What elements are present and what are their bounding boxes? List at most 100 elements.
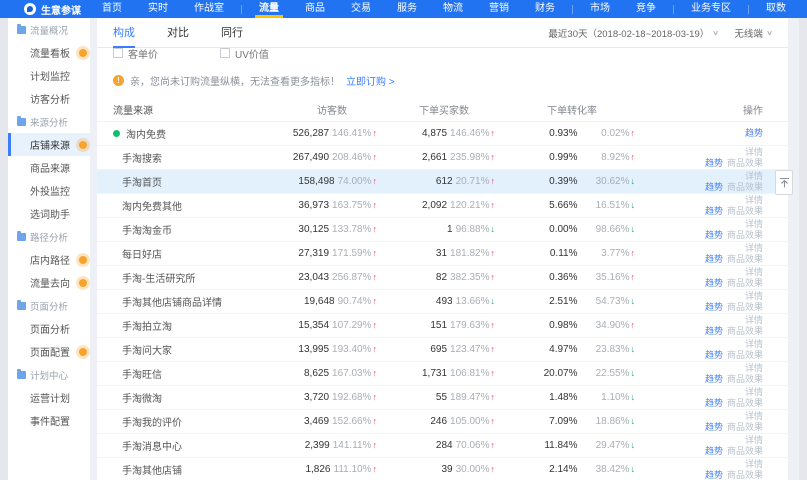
action-line-2: 趋势商品效果 bbox=[635, 326, 763, 337]
nav-item-4[interactable]: 商品 bbox=[292, 0, 338, 18]
nav-item-10[interactable]: 市场 bbox=[577, 0, 623, 18]
nav-item-0[interactable]: 首页 bbox=[89, 0, 135, 18]
table-row[interactable]: 手淘搜索267,490208.46%↑2,661235.98%↑0.99%8.9… bbox=[97, 146, 788, 170]
trend-link[interactable]: 趋势 bbox=[705, 158, 723, 168]
nav-item-3[interactable]: 流量 bbox=[246, 0, 292, 18]
sidebar-item-14[interactable]: 页面配置 bbox=[8, 340, 90, 363]
cell-actions: 详情趋势商品效果 bbox=[635, 291, 763, 312]
checkbox-option-0[interactable]: 客单价 bbox=[113, 48, 158, 61]
trend-link[interactable]: 趋势 bbox=[705, 278, 723, 288]
terminal-selector[interactable]: 无线端 ∨ bbox=[734, 26, 772, 40]
table-row[interactable]: 手淘旺信8,625167.03%↑1,731106.81%↑20.07%22.5… bbox=[97, 362, 788, 386]
nav-item-5[interactable]: 交易 bbox=[338, 0, 384, 18]
date-range-selector[interactable]: 最近30天（2018-02-18~2018-03-19） ∨ bbox=[548, 26, 718, 40]
app-logo[interactable]: 生意参谋 bbox=[24, 2, 81, 17]
right-scroll-gutter bbox=[799, 18, 807, 480]
metric-value: 2.51% bbox=[549, 296, 577, 307]
nav-item-12[interactable]: 业务专区 bbox=[678, 0, 744, 18]
nav-item-2[interactable]: 作战室 bbox=[181, 0, 237, 18]
table-row[interactable]: 手淘微淘3,720192.68%↑55189.47%↑1.48%1.10%↓详情… bbox=[97, 386, 788, 410]
nav-item-7[interactable]: 物流 bbox=[430, 0, 476, 18]
table-row[interactable]: 每日好店27,319171.59%↑31181.82%↑0.11%3.77%↑详… bbox=[97, 242, 788, 266]
table-row[interactable]: 手淘淘金币30,125133.78%↑196.88%↓0.00%98.66%↓详… bbox=[97, 218, 788, 242]
subscribe-link[interactable]: 立即订购 > bbox=[346, 73, 395, 88]
table-row[interactable]: 手淘其他店铺1,826111.10%↑3930.00%↑2.14%38.42%↓… bbox=[97, 458, 788, 480]
table-row[interactable]: 手淘消息中心2,399141.11%↑28470.06%↑11.84%29.47… bbox=[97, 434, 788, 458]
metric-value: 1 bbox=[447, 224, 453, 235]
metric-value: 526,287 bbox=[293, 128, 329, 139]
sidebar-item-16[interactable]: 运营计划 bbox=[8, 386, 90, 409]
nav-item-1[interactable]: 实时 bbox=[135, 0, 181, 18]
table-row[interactable]: 手淘-生活研究所23,043256.87%↑82382.35%↑0.36%35.… bbox=[97, 266, 788, 290]
trend-link[interactable]: 趋势 bbox=[705, 230, 723, 240]
metric-change: 22.55% bbox=[578, 368, 630, 379]
nav-item-6[interactable]: 服务 bbox=[384, 0, 430, 18]
sidebar-item-1[interactable]: 流量看板 bbox=[8, 41, 90, 64]
trend-link[interactable]: 趋势 bbox=[705, 350, 723, 360]
table-row[interactable]: 手淘我的评价3,469152.66%↑246105.00%↑7.09%18.86… bbox=[97, 410, 788, 434]
sidebar-item-4[interactable]: 来源分析 bbox=[8, 110, 90, 133]
trend-link[interactable]: 趋势 bbox=[705, 374, 723, 384]
chevron-down-icon: ∨ bbox=[766, 29, 773, 37]
metric-change: 18.86% bbox=[578, 416, 630, 427]
nav-divider bbox=[241, 5, 242, 14]
action-line-1: 详情 bbox=[635, 171, 763, 182]
nav-item-14[interactable]: 学院 bbox=[799, 0, 807, 18]
metric-value: 4,875 bbox=[422, 128, 447, 139]
sidebar-item-9[interactable]: 路径分析 bbox=[8, 225, 90, 248]
table-body: 淘内免费526,287146.41%↑4,875146.46%↑0.93%0.0… bbox=[97, 122, 788, 480]
source-name: 手淘拍立淘 bbox=[122, 318, 172, 333]
table-row[interactable]: 手淘首页158,49874.00%↑61220.71%↑0.39%30.62%↓… bbox=[97, 170, 788, 194]
sidebar-item-12[interactable]: 页面分析 bbox=[8, 294, 90, 317]
sidebar-item-label: 页面配置 bbox=[30, 344, 70, 359]
cell-visitors: 23,043256.87%↑ bbox=[247, 272, 377, 283]
nav-item-11[interactable]: 竞争 bbox=[623, 0, 669, 18]
nav-divider bbox=[673, 5, 674, 14]
table-row[interactable]: 淘内免费526,287146.41%↑4,875146.46%↑0.93%0.0… bbox=[97, 122, 788, 146]
notification-dot-icon bbox=[79, 256, 87, 264]
trend-link[interactable]: 趋势 bbox=[705, 182, 723, 192]
tab-构成[interactable]: 构成 bbox=[113, 18, 135, 47]
metric-change: 20.71% bbox=[456, 176, 490, 187]
trend-link[interactable]: 趋势 bbox=[705, 422, 723, 432]
sidebar-item-2[interactable]: 计划监控 bbox=[8, 64, 90, 87]
tab-同行[interactable]: 同行 bbox=[221, 18, 243, 47]
action-line-1: 详情 bbox=[635, 315, 763, 326]
sidebar-item-6[interactable]: 商品来源 bbox=[8, 156, 90, 179]
nav-item-8[interactable]: 营销 bbox=[476, 0, 522, 18]
metric-value: 0.98% bbox=[549, 320, 577, 331]
sidebar-item-0[interactable]: 流量概况 bbox=[8, 18, 90, 41]
checkbox-option-1[interactable]: UV价值 bbox=[220, 48, 269, 61]
nav-item-13[interactable]: 取数 bbox=[753, 0, 799, 18]
sidebar-item-15[interactable]: 计划中心 bbox=[8, 363, 90, 386]
metric-change: 98.66% bbox=[578, 224, 630, 235]
trend-link[interactable]: 趋势 bbox=[705, 254, 723, 264]
trend-link[interactable]: 趋势 bbox=[705, 206, 723, 216]
sidebar-item-11[interactable]: 流量去向 bbox=[8, 271, 90, 294]
trend-link[interactable]: 趋势 bbox=[705, 470, 723, 480]
trend-link[interactable]: 趋势 bbox=[745, 128, 763, 138]
metric-filter-row: 客单价 UV价值 bbox=[97, 48, 788, 61]
trend-link[interactable]: 趋势 bbox=[705, 398, 723, 408]
sidebar-item-8[interactable]: 选词助手 bbox=[8, 202, 90, 225]
table-row[interactable]: 淘内免费其他36,973163.75%↑2,092120.21%↑5.66%16… bbox=[97, 194, 788, 218]
cell-actions: 详情趋势商品效果 bbox=[635, 147, 763, 168]
tab-对比[interactable]: 对比 bbox=[167, 18, 189, 47]
cell-actions: 详情趋势商品效果 bbox=[635, 315, 763, 336]
sidebar-item-10[interactable]: 店内路径 bbox=[8, 248, 90, 271]
sidebar-item-17[interactable]: 事件配置 bbox=[8, 409, 90, 432]
sidebar-item-7[interactable]: 外投监控 bbox=[8, 179, 90, 202]
nav-item-9[interactable]: 财务 bbox=[522, 0, 568, 18]
trend-link[interactable]: 趋势 bbox=[705, 326, 723, 336]
trend-link[interactable]: 趋势 bbox=[705, 446, 723, 456]
back-to-top-button[interactable] bbox=[775, 170, 793, 195]
source-name: 手淘其他店铺 bbox=[122, 462, 182, 477]
metric-change: 171.59% bbox=[332, 248, 371, 259]
table-row[interactable]: 手淘问大家13,995193.40%↑695123.47%↑4.97%23.83… bbox=[97, 338, 788, 362]
table-row[interactable]: 手淘拍立淘15,354107.29%↑151179.63%↑0.98%34.90… bbox=[97, 314, 788, 338]
sidebar-item-5[interactable]: 店铺来源 bbox=[8, 133, 90, 156]
table-row[interactable]: 手淘其他店铺商品详情19,64890.74%↑49313.66%↓2.51%54… bbox=[97, 290, 788, 314]
trend-link[interactable]: 趋势 bbox=[705, 302, 723, 312]
sidebar-item-13[interactable]: 页面分析 bbox=[8, 317, 90, 340]
sidebar-item-3[interactable]: 访客分析 bbox=[8, 87, 90, 110]
